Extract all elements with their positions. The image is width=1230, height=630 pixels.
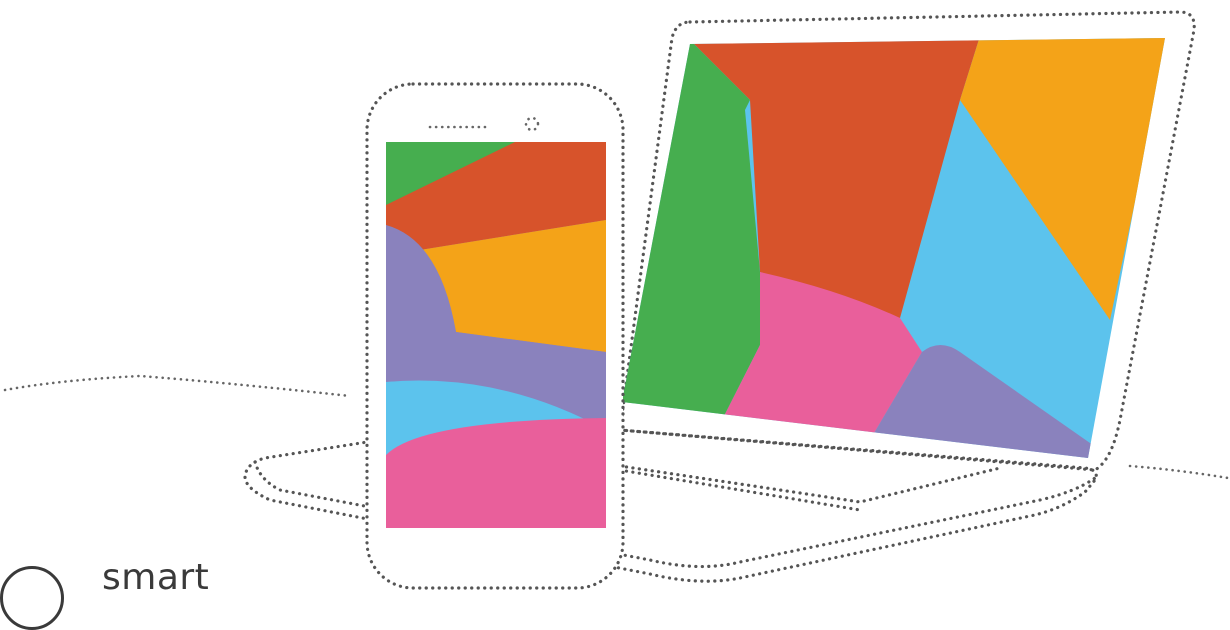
smartphone-screen: [386, 142, 606, 528]
logo-text: smart: [102, 557, 210, 598]
circle-logo-icon: [0, 566, 64, 630]
laptop-screen: [622, 38, 1165, 458]
smartphone: [365, 82, 625, 590]
devices-illustration: [3, 10, 1230, 590]
